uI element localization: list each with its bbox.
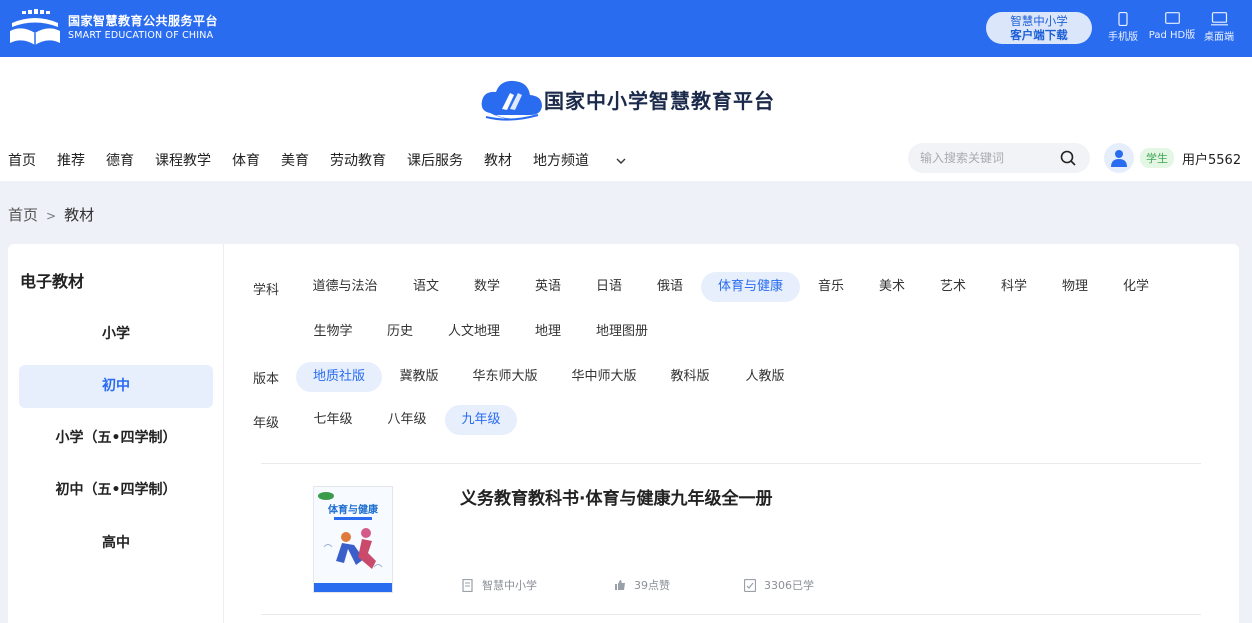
book-source-label: 智慧中小学 xyxy=(482,579,537,592)
learn-record-icon xyxy=(744,578,756,592)
edition-chip[interactable]: 教科版 xyxy=(661,362,719,392)
nav-item-textbooks[interactable]: 教材 xyxy=(484,150,512,170)
desktop-version-label: 桌面端 xyxy=(1204,32,1234,43)
sidebar-item-primary[interactable]: 小学 xyxy=(19,313,213,356)
subject-chip-active[interactable]: 体育与健康 xyxy=(701,272,800,302)
subject-chip[interactable]: 日语 xyxy=(583,272,635,302)
nav-item-labor[interactable]: 劳动教育 xyxy=(330,150,386,170)
book-likes-count: 39点赞 xyxy=(634,579,670,592)
book-likes: 39点赞 xyxy=(614,577,670,593)
subject-chip[interactable]: 道德与法治 xyxy=(302,272,388,302)
search-icon[interactable] xyxy=(1060,150,1076,166)
logo-chinese-name: 国家智慧教育公共服务平台 xyxy=(68,14,219,28)
sidebar-item-primary-54[interactable]: 小学（五•四学制） xyxy=(19,417,213,460)
download-line1: 智慧中小学 xyxy=(1010,14,1068,28)
subject-chip[interactable]: 数学 xyxy=(461,272,513,302)
edition-chip[interactable]: 冀教版 xyxy=(390,362,448,392)
subject-chip[interactable]: 英语 xyxy=(522,272,574,302)
sidebar: 电子教材 小学 初中 小学（五•四学制） 初中（五•四学制） 高中 xyxy=(8,244,224,623)
book-cover-image[interactable]: 体育与健康 xyxy=(313,486,393,593)
search-input[interactable] xyxy=(920,149,1050,167)
subject-chip[interactable]: 历史 xyxy=(374,317,426,347)
breadcrumb-home[interactable]: 首页 xyxy=(8,206,38,224)
download-line2: 客户端下载 xyxy=(1010,28,1068,42)
divider xyxy=(261,463,1201,464)
client-download-button[interactable]: 智慧中小学 客户端下载 xyxy=(986,12,1092,44)
platform-logo[interactable]: 国家中小学智慧教育平台 xyxy=(480,77,775,121)
nav-item-local-label: 地方频道 xyxy=(533,153,589,169)
mobile-version-label: 手机版 xyxy=(1108,32,1138,43)
subject-chip[interactable]: 地理 xyxy=(522,317,574,347)
sidebar-item-junior-54[interactable]: 初中（五•四学制） xyxy=(19,469,213,512)
grade-chip-active[interactable]: 九年级 xyxy=(445,405,517,435)
main-nav: 首页 推荐 德育 课程教学 体育 美育 劳动教育 课后服务 教材 地方频道 xyxy=(8,150,647,170)
logo-english-name: SMART EDUCATION OF CHINA xyxy=(68,30,214,41)
subject-chip[interactable]: 语文 xyxy=(400,272,452,302)
platform-title: 国家中小学智慧教育平台 xyxy=(544,88,775,113)
phone-icon xyxy=(1118,12,1128,26)
nav-item-moral[interactable]: 德育 xyxy=(106,150,134,170)
nav-item-sports[interactable]: 体育 xyxy=(232,150,260,170)
subject-chip[interactable]: 人文地理 xyxy=(438,317,510,347)
nav-item-arts[interactable]: 美育 xyxy=(281,150,309,170)
book-cover-title: 体育与健康 xyxy=(328,503,379,516)
user-name[interactable]: 用户5562 xyxy=(1182,149,1241,168)
edition-chip[interactable]: 华东师大版 xyxy=(462,362,548,392)
nav-item-afterschool[interactable]: 课后服务 xyxy=(407,150,463,170)
subject-label: 学科 xyxy=(253,283,280,298)
sidebar-item-senior[interactable]: 高中 xyxy=(19,522,213,565)
nav-item-recommend[interactable]: 推荐 xyxy=(57,150,85,170)
document-icon xyxy=(462,578,473,592)
thumbs-up-icon[interactable] xyxy=(614,579,626,591)
edition-chip[interactable]: 人教版 xyxy=(736,362,794,392)
book-title[interactable]: 义务教育教科书·体育与健康九年级全一册 xyxy=(460,484,772,509)
role-badge: 学生 xyxy=(1140,148,1174,168)
header: 国家中小学智慧教育平台 首页 推荐 德育 课程教学 体育 美育 劳动教育 课后服… xyxy=(0,57,1252,181)
desktop-version-link[interactable]: 桌面端 xyxy=(1201,12,1237,43)
pad-version-label: Pad HD版 xyxy=(1148,30,1196,41)
nav-item-home[interactable]: 首页 xyxy=(8,150,36,170)
grade-chip[interactable]: 八年级 xyxy=(376,405,438,435)
subject-chip[interactable]: 生物学 xyxy=(302,317,364,347)
user-icon xyxy=(1111,150,1127,167)
sidebar-item-junior[interactable]: 初中 xyxy=(19,365,213,408)
breadcrumb: 首页 > 教材 xyxy=(8,204,94,225)
sidebar-title: 电子教材 xyxy=(20,272,85,291)
book-learners: 3306已学 xyxy=(744,577,814,593)
search-box xyxy=(908,143,1090,173)
subject-chip[interactable]: 美术 xyxy=(866,272,918,302)
breadcrumb-separator: > xyxy=(46,209,57,223)
cloud-book-logo-icon xyxy=(481,80,542,121)
subject-chip[interactable]: 俄语 xyxy=(644,272,696,302)
desktop-icon xyxy=(1210,12,1228,26)
subject-chip[interactable]: 科学 xyxy=(988,272,1040,302)
avatar[interactable] xyxy=(1104,143,1134,173)
book-source: 智慧中小学 xyxy=(462,577,537,593)
nav-item-courses[interactable]: 课程教学 xyxy=(155,150,211,170)
breadcrumb-current: 教材 xyxy=(64,206,95,224)
pad-version-link[interactable]: Pad HD版 xyxy=(1146,12,1198,41)
chevron-down-icon xyxy=(616,158,626,164)
tablet-icon xyxy=(1164,12,1180,24)
subject-chip[interactable]: 艺术 xyxy=(927,272,979,302)
edition-label: 版本 xyxy=(253,372,280,387)
site-logo[interactable]: 国家智慧教育公共服务平台 SMART EDUCATION OF CHINA xyxy=(8,9,218,47)
grade-label: 年级 xyxy=(253,416,280,431)
edition-chip-active[interactable]: 地质社版 xyxy=(296,362,382,392)
content-card: 电子教材 小学 初中 小学（五•四学制） 初中（五•四学制） 高中 学科 道德与… xyxy=(8,244,1239,623)
grade-chip[interactable]: 七年级 xyxy=(302,405,364,435)
book-cover-illustration: 体育与健康 xyxy=(314,487,392,592)
top-bar: 国家智慧教育公共服务平台 SMART EDUCATION OF CHINA 智慧… xyxy=(0,0,1252,57)
divider xyxy=(261,614,1201,615)
mobile-version-link[interactable]: 手机版 xyxy=(1106,12,1140,43)
subject-chip[interactable]: 地理图册 xyxy=(586,317,658,347)
nav-item-local-channel[interactable]: 地方频道 xyxy=(533,150,626,170)
book-learners-count: 3306已学 xyxy=(764,579,814,592)
subject-chip[interactable]: 音乐 xyxy=(805,272,857,302)
edition-chip[interactable]: 华中师大版 xyxy=(561,362,647,392)
subject-chip[interactable]: 化学 xyxy=(1110,272,1162,302)
subject-chip[interactable]: 物理 xyxy=(1049,272,1101,302)
user-profile[interactable]: 学生 用户5562 xyxy=(1104,143,1241,173)
book-logo-icon xyxy=(10,9,60,45)
